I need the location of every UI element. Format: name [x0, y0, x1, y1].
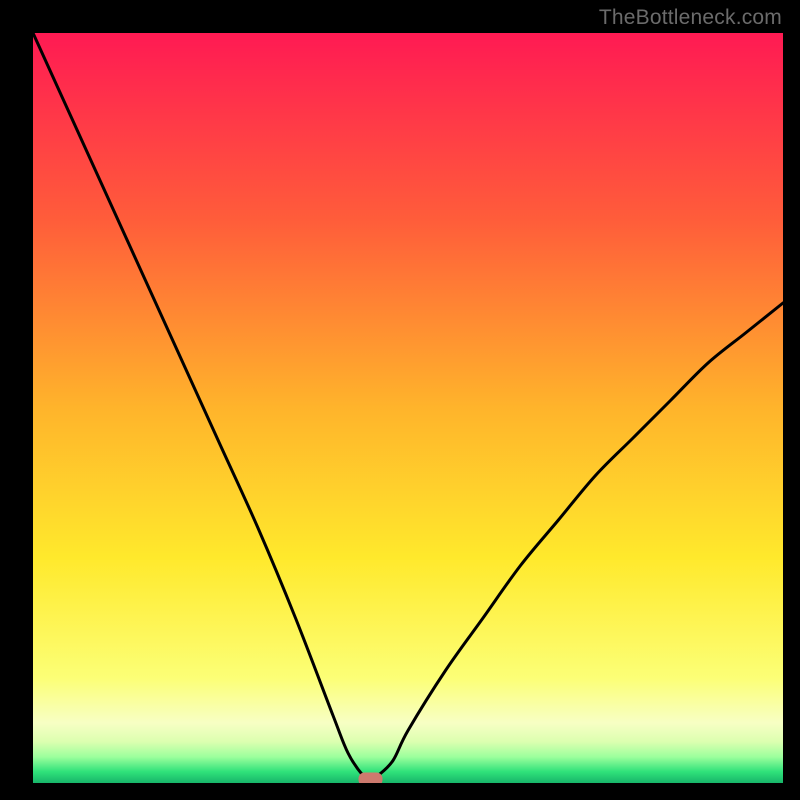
plot-area	[33, 33, 783, 783]
optimal-point-marker	[359, 773, 383, 784]
chart-frame: TheBottleneck.com	[0, 0, 800, 800]
bottleneck-curve	[33, 33, 783, 779]
watermark-text: TheBottleneck.com	[599, 6, 782, 30]
curve-layer	[33, 33, 783, 783]
